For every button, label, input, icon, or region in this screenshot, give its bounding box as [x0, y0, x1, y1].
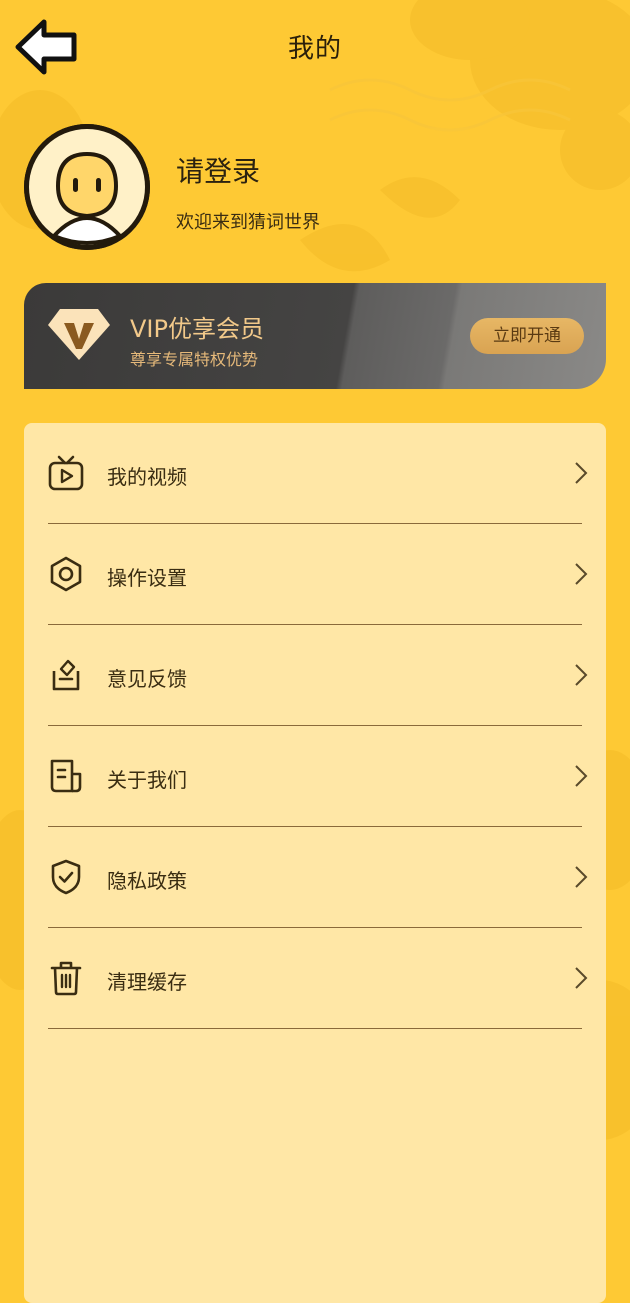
menu-item-feedback[interactable]: 意见反馈 — [24, 625, 606, 726]
login-prompt[interactable]: 请登录 — [176, 150, 260, 190]
menu-label-my-videos: 我的视频 — [107, 465, 187, 489]
menu-label-settings: 操作设置 — [107, 566, 187, 590]
tv-play-icon — [48, 455, 84, 491]
page-title: 我的 — [287, 34, 342, 64]
menu-label-clear-cache: 清理缓存 — [107, 970, 187, 994]
menu-item-about-us[interactable]: 关于我们 — [24, 726, 606, 827]
avatar[interactable] — [24, 124, 150, 250]
menu-item-privacy-policy[interactable]: 隐私政策 — [24, 827, 606, 928]
profile-section[interactable]: 请登录 欢迎来到猜词世界 — [24, 124, 604, 254]
feedback-icon — [52, 659, 80, 691]
vip-diamond-icon — [48, 309, 110, 360]
welcome-text: 欢迎来到猜词世界 — [176, 212, 320, 233]
menu-item-my-videos[interactable]: 我的视频 — [24, 423, 606, 524]
shield-check-icon — [51, 859, 81, 895]
menu-divider — [48, 1028, 582, 1029]
menu-item-clear-cache[interactable]: 清理缓存 — [24, 928, 606, 1029]
chevron-right-icon — [575, 664, 588, 686]
chevron-right-icon — [575, 563, 588, 585]
document-icon — [50, 759, 82, 793]
menu-label-feedback: 意见反馈 — [107, 667, 187, 691]
trash-icon — [50, 961, 82, 996]
vip-card[interactable]: VIP优享会员 尊享专属特权优势 立即开通 — [24, 283, 606, 389]
chevron-right-icon — [575, 765, 588, 787]
vip-title: VIP优享会员 — [130, 315, 264, 343]
menu-label-about-us: 关于我们 — [107, 768, 187, 792]
header: 我的 — [0, 0, 630, 100]
chevron-right-icon — [575, 866, 588, 888]
menu-panel: 我的视频 操作设置 意见反馈 关于我们 隐私政策 清理缓存 — [24, 423, 606, 1303]
hexagon-gear-icon — [50, 556, 82, 592]
vip-subtitle: 尊享专属特权优势 — [130, 350, 259, 369]
menu-label-privacy-policy: 隐私政策 — [107, 869, 187, 893]
chevron-right-icon — [575, 967, 588, 989]
menu-item-settings[interactable]: 操作设置 — [24, 524, 606, 625]
chevron-right-icon — [575, 462, 588, 484]
vip-open-button[interactable]: 立即开通 — [470, 318, 584, 354]
avatar-face-icon — [24, 124, 150, 250]
